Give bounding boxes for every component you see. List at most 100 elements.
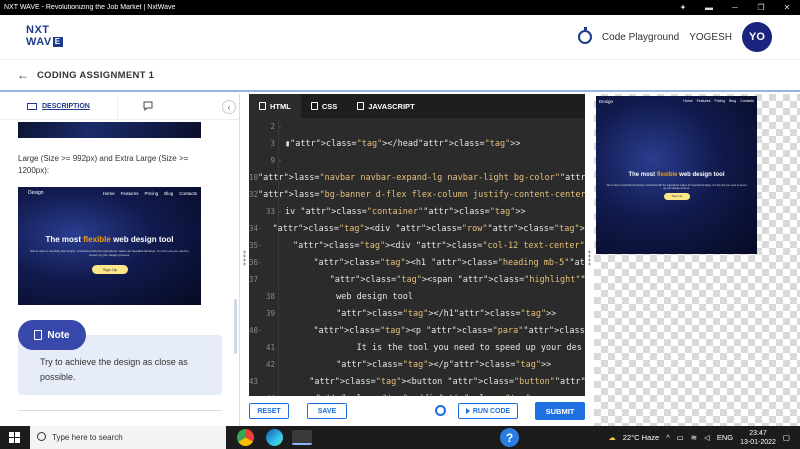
assignment-header: ← CODING ASSIGNMENT 1 xyxy=(0,60,800,92)
code-editor: HTML CSS JAVASCRIPT 2-3 ▮"attr">class="ta… xyxy=(249,94,585,396)
line-number: 9 xyxy=(270,156,275,165)
line-number: 36 xyxy=(249,258,259,267)
timer-icon[interactable] xyxy=(577,27,592,44)
nxtwave-logo[interactable]: NXT WAV E xyxy=(26,24,63,48)
code-text: It is the tool you need to speed up your… xyxy=(285,342,582,353)
back-arrow-icon[interactable]: ← xyxy=(17,68,29,82)
breakpoint-text: Large (Size >= 992px) and Extra Large (S… xyxy=(18,154,189,175)
preview-nav-item: Home xyxy=(102,190,115,196)
volume-icon[interactable]: ◁ xyxy=(704,433,710,442)
windows-start-icon[interactable] xyxy=(9,432,20,443)
weather-text[interactable]: 22°C Haze xyxy=(623,433,659,442)
code-line[interactable]: 9- xyxy=(249,152,585,169)
code-text: "attr">lass="bg-banner d-flex flex-colum… xyxy=(258,189,585,200)
code-text: "attr">lass="navbar navbar-expand-lg nav… xyxy=(258,172,585,183)
code-playground-link[interactable]: Code Playground xyxy=(602,32,679,43)
settings-gear-icon[interactable] xyxy=(435,405,446,416)
tab-javascript[interactable]: JAVASCRIPT xyxy=(347,94,424,118)
submit-button[interactable]: SUBMIT xyxy=(535,402,585,420)
logo-e-badge: E xyxy=(52,37,63,47)
js-file-icon xyxy=(357,102,365,110)
code-line[interactable]: 34- "attr">class="tag"><div "attr">class… xyxy=(249,220,585,237)
description-panel: DESCRIPTION ‹ Large (Size >= 992px) and … xyxy=(0,94,240,426)
preview-heading-start: The most xyxy=(45,235,84,244)
code-text: "attr">class="tag"></h1"attr">class="tag… xyxy=(336,308,557,319)
fold-toggle-icon[interactable]: - xyxy=(275,157,285,165)
line-number: 3 xyxy=(270,139,275,148)
avatar[interactable]: YO xyxy=(742,22,772,52)
sidebar-toggle-icon[interactable]: ▬ xyxy=(696,3,722,12)
code-line[interactable]: 40- "attr">class="tag"><p "attr">class="… xyxy=(249,322,585,339)
language-indicator[interactable]: ENG xyxy=(717,433,733,442)
code-line[interactable]: 33- iv "attr">class="container""attr">cla… xyxy=(249,203,585,220)
code-line[interactable]: 3 ▮"attr">class="tag"></head"attr">class=… xyxy=(249,135,585,152)
code-line[interactable]: 37 "attr">class="tag"><span "attr">class… xyxy=(249,271,585,288)
run-code-button[interactable]: RUN CODE xyxy=(458,403,518,419)
close-button[interactable]: ✕ xyxy=(774,3,800,12)
system-tray: ☁ 22°C Haze ^ ▭ ≋ ◁ ENG 23:47 13-01-2022… xyxy=(608,426,790,449)
edge-icon[interactable] xyxy=(266,429,283,446)
app-header: NXT WAV E Code Playground YOGESH YO xyxy=(0,15,800,60)
network-icon[interactable]: ▭ xyxy=(677,433,684,442)
logo-line-2: WAV xyxy=(26,36,52,48)
tab-discussion[interactable] xyxy=(118,101,178,113)
preview-paragraph: We've done it carefully and simply. Comb… xyxy=(30,249,189,257)
code-text: "attr">class="tag"><h1 "attr">class="hea… xyxy=(313,257,585,268)
logo-line-1: NXT xyxy=(26,24,50,36)
notification-icon[interactable]: ▢ xyxy=(783,433,790,442)
code-line[interactable]: 39 "attr">class="tag"></h1"attr">class="… xyxy=(249,305,585,322)
output-nav-item: Contacts xyxy=(740,99,754,103)
line-number: 42 xyxy=(265,360,275,369)
output-signup-button: Sign Up xyxy=(664,193,690,200)
panel-scrollbar[interactable] xyxy=(234,299,237,354)
code-line[interactable]: 36- "attr">class="tag"><h1 "attr">class=… xyxy=(249,254,585,271)
extensions-icon[interactable]: ✦ xyxy=(670,3,696,12)
code-text: "attr">class="tag"><div "attr">class="ro… xyxy=(272,223,586,234)
collapse-panel-button[interactable]: ‹ xyxy=(222,100,236,114)
browser-titlebar: NXT WAVE - Revolutionizing the Job Marke… xyxy=(0,0,800,15)
tab-description[interactable]: DESCRIPTION xyxy=(0,94,118,120)
line-number: 37 xyxy=(249,275,259,284)
code-line[interactable]: 42 "attr">class="tag"></p"attr">class="t… xyxy=(249,356,585,373)
tab-html[interactable]: HTML xyxy=(249,94,301,118)
code-text: "attr">class="tag"><p "attr">class="para… xyxy=(313,325,585,336)
reset-button[interactable]: RESET xyxy=(249,403,289,419)
output-nav-item: Home xyxy=(683,99,693,103)
html-file-icon xyxy=(259,102,266,110)
note-text: Try to achieve the design as close as po… xyxy=(40,357,188,382)
line-number: 41 xyxy=(265,343,275,352)
clock[interactable]: 23:47 13-01-2022 xyxy=(740,429,776,447)
code-area[interactable]: 2-3 ▮"attr">class="tag"></head"attr">clas… xyxy=(249,118,585,396)
minimize-button[interactable]: ─ xyxy=(722,3,748,12)
line-number: 35 xyxy=(249,241,259,250)
code-line[interactable]: 10 "attr">lass="navbar navbar-expand-lg n… xyxy=(249,169,585,186)
code-line[interactable]: 43 "attr">class="tag"><button "attr">cla… xyxy=(249,373,585,390)
chrome-icon[interactable] xyxy=(237,429,254,446)
code-line[interactable]: 35- "attr">class="tag"><div "attr">class… xyxy=(249,237,585,254)
rendered-output: Design Home Features Pricing Blog Contac… xyxy=(596,96,757,254)
wifi-icon[interactable]: ≋ xyxy=(691,433,697,442)
taskbar-search[interactable]: Type here to search xyxy=(30,426,226,449)
code-line[interactable]: 32 "attr">lass="bg-banner d-flex flex-col… xyxy=(249,186,585,203)
fold-toggle-icon[interactable]: - xyxy=(275,208,285,216)
save-button[interactable]: SAVE xyxy=(307,403,347,419)
tab-css-label: CSS xyxy=(321,101,338,111)
output-heading-end: web design tool xyxy=(677,172,725,178)
fold-toggle-icon[interactable]: - xyxy=(275,123,285,131)
search-icon xyxy=(37,432,46,441)
code-line[interactable]: 38 web design tool xyxy=(249,288,585,305)
preview-heading: The most flexible web design tool xyxy=(18,235,201,244)
chevron-up-icon[interactable]: ^ xyxy=(666,433,670,442)
help-icon[interactable]: ? xyxy=(500,428,519,447)
clock-date: 13-01-2022 xyxy=(740,438,776,446)
window-title: NXT WAVE - Revolutionizing the Job Marke… xyxy=(4,4,176,11)
left-splitter-handle[interactable] xyxy=(243,250,246,266)
nxtwave-app-icon[interactable] xyxy=(292,430,312,445)
tab-css[interactable]: CSS xyxy=(301,94,347,118)
output-paragraph: We've done it carefully and simply. Comb… xyxy=(606,184,747,190)
code-line[interactable]: 2- xyxy=(249,118,585,135)
note-icon xyxy=(34,330,43,340)
maximize-button[interactable]: ❐ xyxy=(748,3,774,12)
right-splitter-handle[interactable] xyxy=(588,250,591,266)
code-line[interactable]: 41 It is the tool you need to speed up y… xyxy=(249,339,585,356)
